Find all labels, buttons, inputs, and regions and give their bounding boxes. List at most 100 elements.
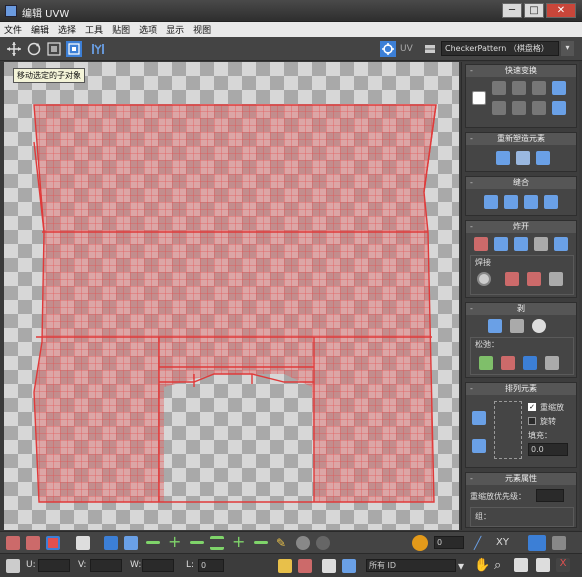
w-input[interactable] [142,559,174,572]
unpin-icon[interactable] [501,356,515,370]
grow-loop-icon[interactable]: + [232,534,246,550]
show-map-icon[interactable] [380,41,396,57]
stitch-to-source-icon[interactable] [524,195,538,209]
spacing-icon[interactable] [532,101,546,115]
rescale-priority-input[interactable] [536,489,564,502]
stitch-to-target-icon[interactable] [484,195,498,209]
arc-icon[interactable] [536,151,550,165]
absolute-mode-icon[interactable] [6,559,20,573]
polygon-mode-icon[interactable] [46,536,60,550]
rollout-header[interactable]: 炸开 [466,221,576,233]
menu-edit[interactable]: 编辑 [31,23,49,36]
freeze-icon[interactable] [322,559,336,573]
uv-viewport[interactable] [4,62,459,530]
edge-mode-icon[interactable] [26,536,40,550]
auto-pin-icon[interactable] [523,356,537,370]
rotate-ccw-icon[interactable] [552,101,566,115]
stitch-average-icon[interactable] [504,195,518,209]
pivot-icon[interactable] [472,91,486,105]
snap-toggle-icon[interactable]: X [556,558,570,572]
map-dropdown[interactable]: CheckerPattern （棋盘格） [441,41,559,56]
rotate-cw-icon[interactable] [552,81,566,95]
rotate-checkbox[interactable] [528,417,536,425]
break-icon[interactable] [474,237,488,251]
dropdown-chevron-icon[interactable]: ▾ [458,559,472,573]
select-by-element-icon[interactable] [104,536,118,550]
align-horizontal-icon[interactable] [492,81,506,95]
flatten-icon[interactable] [514,237,528,251]
uv-canvas[interactable] [4,62,459,530]
menu-mapping[interactable]: 贴图 [112,23,130,36]
explode-edge-icon[interactable] [534,237,548,251]
xy-label[interactable]: XY [496,537,509,548]
freeform-mode-icon[interactable] [66,41,82,57]
map-dropdown-chevron-icon[interactable]: ▾ [561,41,574,56]
straighten-icon[interactable] [496,151,510,165]
quick-peel-icon[interactable] [488,319,502,333]
pan-icon[interactable]: ✋ [474,558,490,573]
menu-tools[interactable]: 工具 [85,23,103,36]
menu-select[interactable]: 选择 [58,23,76,36]
grow-selection-icon[interactable]: + [168,534,182,550]
close-button[interactable]: ✕ [546,3,576,18]
l-input[interactable]: 0 [198,559,224,572]
zoom-region-icon[interactable] [514,558,528,572]
explode-face-icon[interactable] [554,237,568,251]
rollout-header[interactable]: 排列元素 [466,383,576,395]
loop-icon[interactable] [210,536,224,550]
shrink-loop-icon[interactable] [190,541,204,544]
minimize-button[interactable]: ─ [502,3,522,18]
rotate-icon[interactable] [26,41,42,57]
relax-icon[interactable] [516,151,530,165]
select-overlap-icon[interactable] [124,536,138,550]
falloff-curve-icon[interactable]: ╱ [474,536,488,550]
menu-display[interactable]: 显示 [166,23,184,36]
weld-edge-icon[interactable] [527,272,541,286]
scale-icon[interactable] [46,41,62,57]
element-mode-icon[interactable] [76,536,90,550]
v-input[interactable] [90,559,122,572]
u-input[interactable] [38,559,70,572]
zoom-icon[interactable]: ⌕ [494,558,508,573]
menu-options[interactable]: 选项 [139,23,157,36]
ring-icon[interactable] [254,541,268,544]
padding-input[interactable]: 0.0 [528,443,568,456]
options-icon[interactable] [552,536,566,550]
menu-view[interactable]: 视图 [193,23,211,36]
align-bottom-icon[interactable] [512,101,526,115]
mirror-icon[interactable] [90,41,106,57]
move-icon[interactable] [6,41,22,57]
hide-icon[interactable] [298,559,312,573]
rollout-header[interactable]: 缝合 [466,177,576,189]
zoom-extents-icon[interactable] [536,558,550,572]
select-pins-icon[interactable] [545,356,559,370]
brush-falloff-icon[interactable] [316,536,330,550]
weld-target-icon[interactable] [477,272,491,286]
lock-selection-icon[interactable] [278,559,292,573]
vertex-mode-icon[interactable] [6,536,20,550]
pack-normalize-icon[interactable] [472,411,486,425]
rollout-header[interactable]: 剥 [466,303,576,315]
stitch-custom-icon[interactable] [544,195,558,209]
pin-icon[interactable] [479,356,493,370]
align-diagonal-icon[interactable] [532,81,546,95]
coord-space-icon[interactable] [528,535,546,551]
rollout-header[interactable]: 元素属性 [466,473,576,485]
menu-file[interactable]: 文件 [4,23,22,36]
weld-split-icon[interactable] [549,272,563,286]
maximize-button[interactable]: □ [524,3,544,18]
grid-view-icon[interactable] [422,41,438,57]
rollout-header[interactable]: 快速变换 [466,65,576,77]
detach-icon[interactable] [494,237,508,251]
rollout-header[interactable]: 重新塑造元素 [466,133,576,145]
material-id-dropdown[interactable]: 所有 ID [366,559,456,572]
weld-selected-icon[interactable] [505,272,519,286]
align-left-icon[interactable] [492,101,506,115]
reset-peel-icon[interactable] [532,319,546,333]
paint-select-icon[interactable]: ✎ [276,536,290,550]
peel-mode-icon[interactable] [510,319,524,333]
pack-together-icon[interactable] [472,439,486,453]
uv-label[interactable]: UV [400,44,413,54]
falloff-input[interactable]: 0 [434,536,464,549]
shrink-selection-icon[interactable] [146,541,160,544]
